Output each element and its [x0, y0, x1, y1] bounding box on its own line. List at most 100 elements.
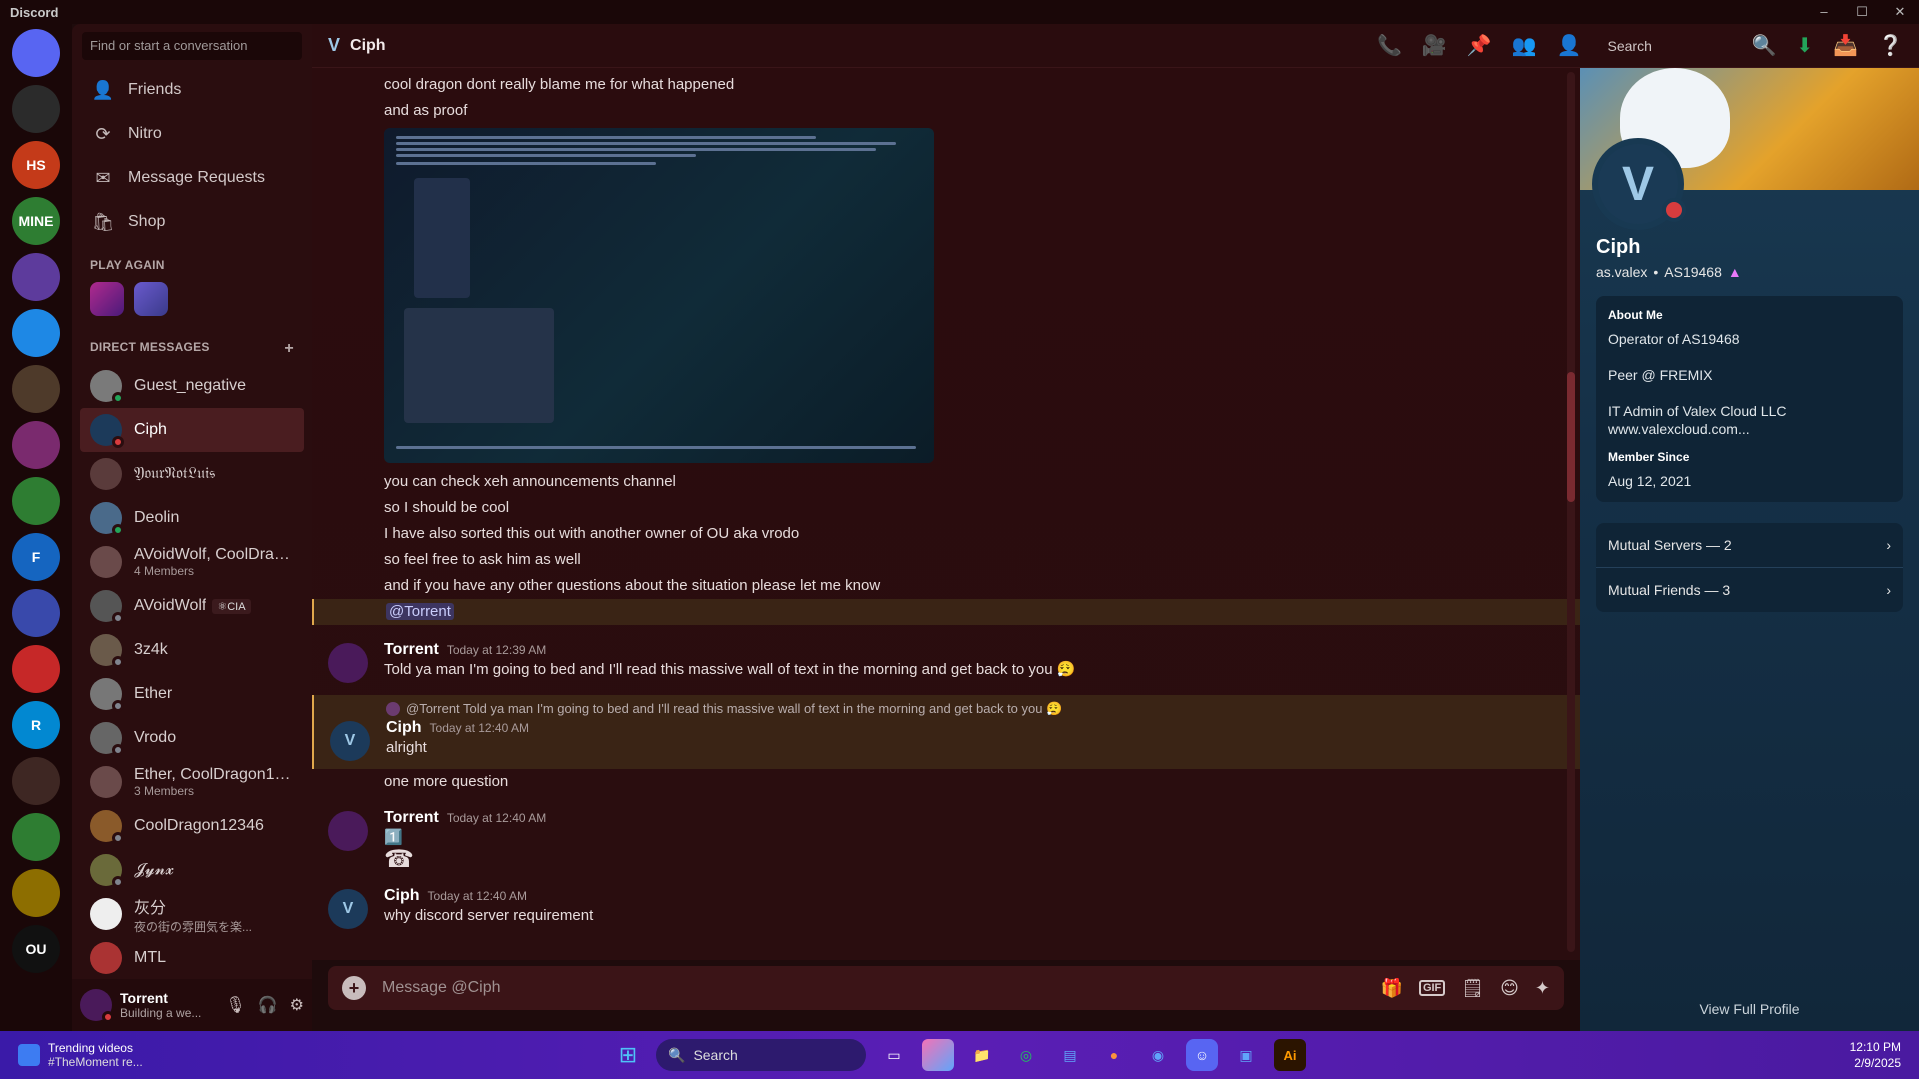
dm-item[interactable]: Ciph	[80, 408, 304, 452]
ciph-avatar[interactable]: V	[330, 721, 370, 761]
firefox-icon[interactable]: ●	[1098, 1039, 1130, 1071]
torrent-avatar[interactable]	[328, 643, 368, 683]
dm-item[interactable]: CoolDragon12346	[80, 804, 304, 848]
app-icon[interactable]: ◉	[1142, 1039, 1174, 1071]
task-view-icon[interactable]: ▭	[878, 1039, 910, 1071]
dm-item[interactable]: Guest_negative	[80, 364, 304, 408]
add-friends-to-dm-icon[interactable]: 👥	[1512, 33, 1537, 58]
badge-icon: ▲	[1727, 264, 1742, 280]
inbox-icon[interactable]: 📥	[1833, 33, 1858, 58]
dm-item[interactable]: Ether, CoolDragon123... 3 Members	[80, 760, 304, 804]
server-icon[interactable]	[12, 365, 60, 413]
about-line: Peer @ FREMIX	[1608, 367, 1713, 383]
server-icon[interactable]	[12, 757, 60, 805]
news-widget[interactable]: Trending videos #TheMoment re...	[0, 1041, 300, 1069]
discord-taskbar-icon[interactable]: ☺	[1186, 1039, 1218, 1071]
server-icon[interactable]: HS	[12, 141, 60, 189]
torrent-avatar[interactable]	[328, 811, 368, 851]
video-call-icon[interactable]: 🎥	[1422, 33, 1447, 58]
server-icon[interactable]	[12, 309, 60, 357]
illustrator-icon[interactable]: Ai	[1274, 1039, 1306, 1071]
user-mention[interactable]: @Torrent	[386, 603, 454, 620]
user-avatar[interactable]	[80, 989, 114, 1023]
add-dm-button[interactable]: +	[284, 340, 294, 358]
server-icon[interactable]	[12, 813, 60, 861]
play-again-game-1[interactable]	[90, 282, 124, 316]
find-conversation-input[interactable]: Find or start a conversation	[82, 32, 302, 60]
dm-item[interactable]: 3z4k	[80, 628, 304, 672]
server-icon[interactable]	[12, 589, 60, 637]
status-indicator	[112, 876, 124, 888]
help-icon[interactable]: ❔	[1878, 33, 1903, 58]
message-timestamp: Today at 12:39 AM	[446, 643, 547, 657]
dm-item[interactable]: 𝓙𝔂𝓷𝔁	[80, 848, 304, 892]
close-window-button[interactable]: ✕	[1881, 4, 1919, 20]
header-search-input[interactable]: Search	[1602, 33, 1732, 59]
upload-plus-button[interactable]: +	[342, 976, 366, 1000]
discord-home-icon[interactable]	[12, 29, 60, 77]
mic-icon[interactable]: 🎙	[225, 995, 245, 1015]
server-icon[interactable]: R	[12, 701, 60, 749]
search-icon[interactable]: 🔍	[1752, 33, 1777, 58]
message-author[interactable]: Ciph	[386, 719, 422, 736]
message-author[interactable]: Torrent	[384, 809, 439, 826]
view-full-profile-link[interactable]: View Full Profile	[1580, 1001, 1919, 1017]
dm-item[interactable]: MTL	[80, 936, 304, 980]
nav-message-requests[interactable]: ✉ Message Requests	[72, 156, 312, 200]
server-icon[interactable]: OU	[12, 925, 60, 973]
dm-item[interactable]: Vrodo	[80, 716, 304, 760]
nav-nitro[interactable]: ⟳ Nitro	[72, 112, 312, 156]
pin-icon[interactable]: 📌	[1467, 33, 1492, 58]
remote-desktop-icon[interactable]: ▣	[1230, 1039, 1262, 1071]
server-icon[interactable]	[12, 477, 60, 525]
about-link[interactable]: www.valexcloud.com...	[1608, 420, 1891, 438]
notepad-icon[interactable]: ▤	[1054, 1039, 1086, 1071]
emoji-icon[interactable]: 😊	[1500, 978, 1519, 999]
gif-icon[interactable]: GIF	[1418, 980, 1446, 996]
dm-item[interactable]: AVoidWolf ⚛CIA	[80, 584, 304, 628]
chat-scrollbar[interactable]	[1567, 72, 1575, 952]
voice-call-icon[interactable]: 📞	[1377, 33, 1402, 58]
app-icon[interactable]: ◎	[1010, 1039, 1042, 1071]
reply-reference[interactable]: @Torrent Told ya man I'm going to bed an…	[314, 699, 1580, 719]
nav-shop[interactable]: 🛍 Shop	[72, 200, 312, 244]
ciph-avatar[interactable]: V	[328, 889, 368, 929]
message-author[interactable]: Torrent	[384, 641, 439, 658]
start-button[interactable]: ⊞	[612, 1039, 644, 1071]
gift-icon[interactable]: 🎁	[1381, 978, 1403, 999]
download-icon[interactable]: ⬇	[1796, 33, 1813, 58]
apps-icon[interactable]: ✦	[1535, 978, 1550, 999]
system-clock[interactable]: 12:10 PM 2/9/2025	[1850, 1039, 1901, 1071]
dm-item[interactable]: Ether	[80, 672, 304, 716]
dm-item[interactable]: 𝔜𝔬𝔲𝔯𝔑𝔬𝔱𝔏𝔲𝔦𝔰	[80, 452, 304, 496]
message-author[interactable]: Ciph	[384, 887, 420, 904]
server-icon[interactable]	[12, 421, 60, 469]
server-icon[interactable]: MINE	[12, 197, 60, 245]
copilot-icon[interactable]	[922, 1039, 954, 1071]
sticker-icon[interactable]: 🗒	[1461, 978, 1484, 999]
server-icon[interactable]: F	[12, 533, 60, 581]
mutual-servers-row[interactable]: Mutual Servers — 2 ›	[1596, 523, 1903, 568]
minimize-button[interactable]: –	[1805, 4, 1843, 20]
dm-item[interactable]: Deolin	[80, 496, 304, 540]
maximize-button[interactable]: ☐	[1843, 4, 1881, 20]
message-timestamp: Today at 12:40 AM	[429, 721, 529, 735]
server-icon[interactable]	[12, 869, 60, 917]
attachment-image[interactable]	[384, 128, 934, 463]
taskbar-search[interactable]: 🔍 Search	[656, 1039, 866, 1071]
play-again-game-2[interactable]	[134, 282, 168, 316]
mutual-friends-row[interactable]: Mutual Friends — 3 ›	[1596, 568, 1903, 612]
message-input[interactable]: Message @Ciph	[382, 979, 1365, 997]
server-icon[interactable]	[12, 85, 60, 133]
dm-item[interactable]: AVoidWolf, CoolDrago... 4 Members	[80, 540, 304, 584]
headphones-icon[interactable]: 🎧	[258, 995, 278, 1015]
dm-name: CoolDragon12346	[134, 817, 264, 834]
file-explorer-icon[interactable]: 📁	[966, 1039, 998, 1071]
server-icon[interactable]	[12, 645, 60, 693]
dm-item[interactable]: 灰分 夜の街の雰囲気を楽...	[80, 892, 304, 936]
nav-friends[interactable]: 👤 Friends	[72, 68, 312, 112]
gear-icon[interactable]: ⚙	[290, 995, 304, 1015]
user-profile-toggle-icon[interactable]: 👤	[1557, 33, 1582, 58]
ciph-header-avatar-icon: V	[328, 35, 341, 55]
server-icon[interactable]	[12, 253, 60, 301]
